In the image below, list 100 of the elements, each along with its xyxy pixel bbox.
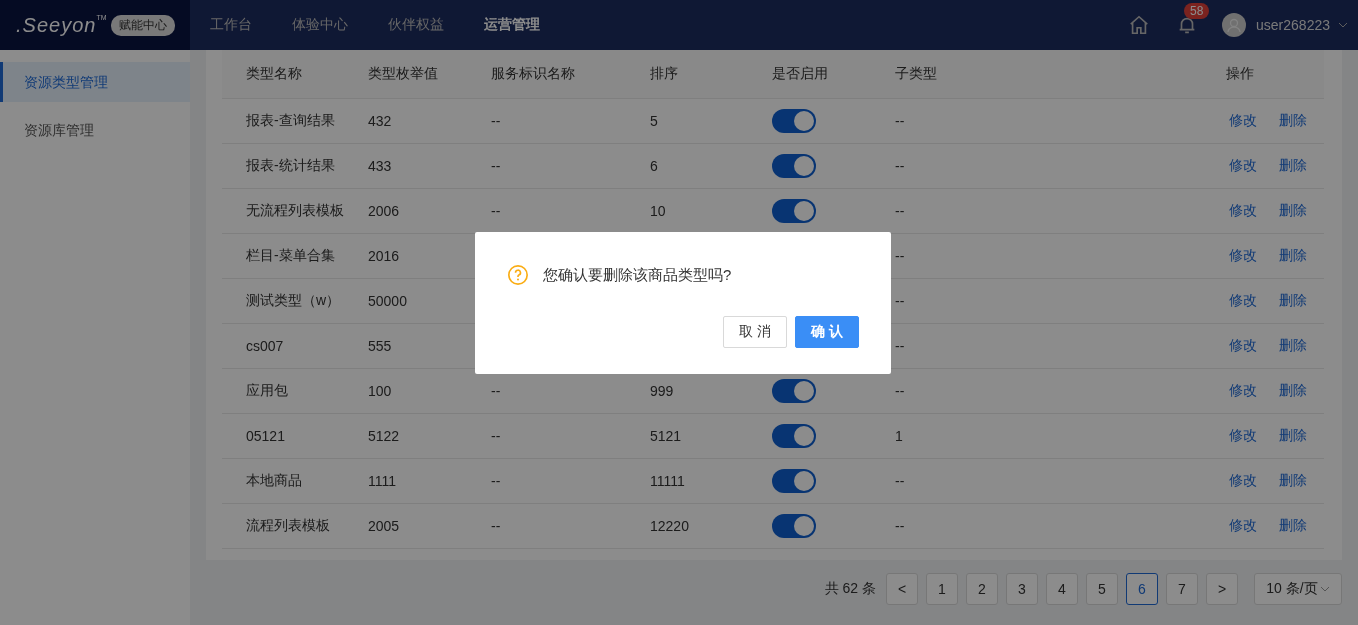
table-cell-text: 432 [367,113,393,129]
toggle-switch[interactable] [772,424,816,448]
table-cell-text: 50000 [367,293,408,309]
notification-badge: 58 [1184,3,1210,19]
toggle-switch[interactable] [772,379,816,403]
column-header: 子类型 [894,65,938,83]
delete-link[interactable]: 删除 [1279,292,1307,310]
toggle-switch[interactable] [772,154,816,178]
delete-link[interactable]: 删除 [1279,337,1307,355]
table-cell: -- [491,113,501,129]
column-header: 类型名称 [245,65,303,83]
toggle-switch[interactable] [772,109,816,133]
next-page-button[interactable]: > [1206,573,1238,605]
sidebar-item[interactable]: 资源类型管理 [0,62,190,102]
table-cell-text: 应用包 [245,382,289,400]
table-cell: -- [491,518,501,534]
table-cell-text: 报表-查询结果 [245,112,336,130]
table-cell: 999 [650,383,674,399]
delete-link[interactable]: 删除 [1279,247,1307,265]
delete-link[interactable]: 删除 [1279,382,1307,400]
table-cell: 10 [650,203,666,219]
table-cell-text: 本地商品 [245,472,303,490]
table-cell-text: -- [894,473,906,489]
edit-link[interactable]: 修改 [1229,157,1257,175]
table-cell-text: 1111 [367,473,398,489]
sidebar-item[interactable]: 资源库管理 [0,110,190,150]
table-cell-text: -- [894,113,906,129]
column-header: 排序 [649,65,679,83]
nav-tab[interactable]: 工作台 [190,16,272,34]
table-cell: 12220 [650,518,689,534]
nav-tab[interactable]: 体验中心 [272,16,368,34]
caret-icon[interactable] [1338,22,1348,28]
nav-tab[interactable]: 伙伴权益 [368,16,464,34]
delete-link[interactable]: 删除 [1279,472,1307,490]
table-cell-text: 测试类型（w） [245,292,342,310]
nav-tab[interactable]: 运营管理 [464,16,560,34]
table-cell-text: cs007 [245,338,285,354]
table-cell-text: 433 [367,158,393,174]
edit-link[interactable]: 修改 [1229,517,1257,535]
table-cell-text: 2006 [367,203,401,219]
table-cell: -- [491,428,501,444]
column-header: 服务标识名称 [490,65,576,83]
avatar-icon[interactable] [1222,13,1247,37]
edit-link[interactable]: 修改 [1229,292,1257,310]
delete-link[interactable]: 删除 [1279,112,1307,130]
table-cell-text: 555 [367,338,393,354]
table-cell-text: 报表-统计结果 [245,157,336,175]
edit-link[interactable]: 修改 [1229,112,1257,130]
page-button[interactable]: 7 [1166,573,1198,605]
total-count: 共 62 条 [824,580,876,598]
table-cell: 5 [650,113,658,129]
page-button[interactable]: 6 [1126,573,1158,605]
delete-link[interactable]: 删除 [1279,202,1307,220]
confirm-button[interactable]: 确 认 [795,316,859,348]
caret-icon [1319,586,1330,592]
table-cell: 5121 [650,428,682,444]
page-button[interactable]: 4 [1046,573,1078,605]
table-cell: 6 [650,158,658,174]
table-cell-text: 1 [894,428,904,444]
edit-link[interactable]: 修改 [1229,247,1257,265]
page-button[interactable]: 5 [1086,573,1118,605]
page-button[interactable]: 2 [966,573,998,605]
delete-link[interactable]: 删除 [1279,427,1307,445]
edit-link[interactable]: 修改 [1229,337,1257,355]
edit-link[interactable]: 修改 [1229,202,1257,220]
table-cell-text: 2005 [367,518,401,534]
dialog-message: 您确认要删除该商品类型吗? [543,265,732,285]
table-cell-text: 100 [367,383,393,399]
page-button[interactable]: 3 [1006,573,1038,605]
table-cell: -- [491,383,501,399]
prev-page-button[interactable]: < [886,573,918,605]
edit-link[interactable]: 修改 [1229,427,1257,445]
table-cell: 11111 [650,473,685,489]
logo: .Seeyon [16,13,97,37]
table-cell-text: 5122 [367,428,401,444]
cancel-button[interactable]: 取 消 [723,316,788,348]
delete-link[interactable]: 删除 [1279,517,1307,535]
home-icon[interactable] [1128,14,1151,36]
table-cell: -- [491,473,501,489]
table-cell-text: 2016 [367,248,401,264]
toggle-switch[interactable] [772,199,816,223]
table-cell-text: 05121 [245,428,286,444]
column-header: 类型枚举值 [367,65,439,83]
column-header: 操作 [1225,65,1255,83]
page-size-select[interactable]: 10 条/页 [1254,573,1342,605]
username[interactable]: user268223 [1256,17,1330,33]
table-cell-text: -- [894,518,906,534]
toggle-switch[interactable] [772,469,816,493]
table-cell-text: 流程列表模板 [245,517,331,535]
table-cell-text: -- [894,338,906,354]
page-button[interactable]: 1 [926,573,958,605]
product-badge: 赋能中心 [110,14,175,36]
table-cell: -- [491,158,501,174]
table-cell-text: -- [894,293,906,309]
table-cell-text: 无流程列表模板 [245,202,344,220]
edit-link[interactable]: 修改 [1229,472,1257,490]
delete-link[interactable]: 删除 [1279,157,1307,175]
toggle-switch[interactable] [772,514,816,538]
edit-link[interactable]: 修改 [1229,382,1257,400]
table-cell: -- [491,203,501,219]
